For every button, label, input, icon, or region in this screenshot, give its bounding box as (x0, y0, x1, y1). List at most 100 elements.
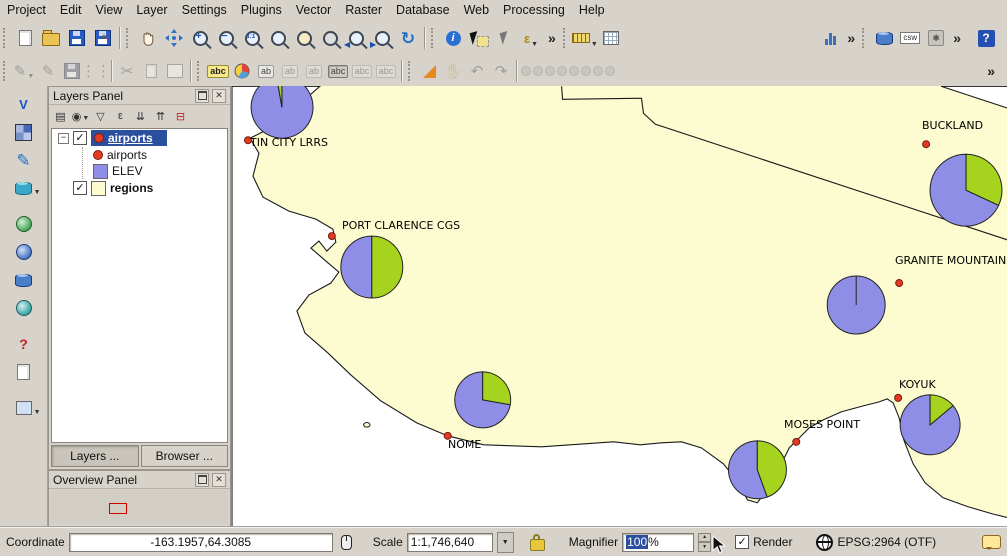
menu-edit[interactable]: Edit (53, 1, 89, 19)
overview-map[interactable] (51, 490, 228, 524)
pan-to-selection-button[interactable] (161, 25, 187, 51)
menu-view[interactable]: View (88, 1, 129, 19)
measure-line-button[interactable]: ▼ (572, 25, 598, 51)
show-hide-labels-button[interactable]: ab (302, 59, 326, 83)
add-virtual-layer-button[interactable]: ? (7, 331, 41, 357)
toolbar-handle[interactable] (408, 61, 413, 81)
metasearch-button[interactable]: csw (897, 25, 923, 51)
tab-layers[interactable]: Layers ... (51, 445, 139, 467)
coordinate-toggle-button[interactable] (337, 532, 357, 552)
paste-features-button[interactable] (163, 59, 187, 83)
toolbar-overflow[interactable]: » (949, 30, 965, 46)
undo-button[interactable]: ↶ (465, 59, 489, 83)
expand-all-button[interactable]: ⇊ (131, 107, 150, 125)
toolbar-overflow[interactable]: » (544, 30, 560, 46)
layer-checkbox[interactable]: ✓ (73, 181, 87, 195)
change-label-button[interactable]: abc (350, 59, 374, 83)
processing-pair-1-button[interactable] (520, 59, 544, 83)
zoom-next-button[interactable]: ▶ (369, 25, 395, 51)
layer-checkbox[interactable]: ✓ (73, 131, 87, 145)
crs-globe-icon[interactable] (816, 534, 833, 551)
move-label-button[interactable]: ab (254, 59, 278, 83)
add-wfs-layer-button[interactable] (7, 295, 41, 321)
select-by-expression-button[interactable]: ε▼ (518, 25, 544, 51)
identify-features-button[interactable]: i (440, 25, 466, 51)
pan-map-button[interactable] (135, 25, 161, 51)
attributes-table-button[interactable] (598, 25, 624, 51)
remove-layer-button[interactable]: ⊟ (171, 107, 190, 125)
crs-status-label[interactable]: EPSG:2964 (OTF) (837, 535, 936, 549)
zoom-to-selection-button[interactable] (291, 25, 317, 51)
toolbar-overflow[interactable]: » (983, 63, 999, 79)
zoom-last-button[interactable]: ◀ (343, 25, 369, 51)
scale-dropdown-button[interactable]: ▼ (497, 532, 514, 553)
close-panel-button[interactable]: ✕ (212, 473, 226, 487)
legend-item-elev[interactable]: ELEV (83, 163, 227, 179)
spin-up-icon[interactable]: ▲ (698, 533, 711, 543)
refresh-map-button[interactable]: ↻ (395, 25, 421, 51)
processing-pair-3-button[interactable] (568, 59, 592, 83)
scale-combobox[interactable]: 1:1,746,640 (407, 533, 493, 552)
toolbar-handle[interactable] (3, 28, 8, 48)
add-delimited-text-button[interactable]: ✎ (7, 147, 41, 173)
menu-layer[interactable]: Layer (129, 1, 174, 19)
menu-processing[interactable]: Processing (496, 1, 572, 19)
web-plugins-button[interactable]: ✱ (923, 25, 949, 51)
spin-down-icon[interactable]: ▼ (698, 542, 711, 552)
toolbar-handle[interactable] (126, 28, 131, 48)
open-project-button[interactable] (38, 25, 64, 51)
toolbar-handle[interactable] (862, 28, 867, 48)
menu-help[interactable]: Help (572, 1, 612, 19)
cut-features-button[interactable]: ✂ (115, 59, 139, 83)
add-vector-layer-button[interactable]: V (7, 91, 41, 117)
add-wms-layer-button[interactable] (7, 211, 41, 237)
toolbar-handle[interactable] (3, 61, 8, 81)
filter-by-expression-button[interactable]: ε (111, 107, 130, 125)
manage-map-themes-button[interactable]: ◉▼ (71, 107, 90, 125)
toolbar-overflow[interactable]: » (843, 30, 859, 46)
menu-database[interactable]: Database (389, 1, 457, 19)
add-spatialite-layer-button[interactable] (7, 267, 41, 293)
add-wcs-layer-button[interactable] (7, 239, 41, 265)
open-layer-styling-button[interactable]: ▤ (51, 107, 70, 125)
toolbar-handle[interactable] (197, 61, 202, 81)
zoom-in-button[interactable]: + (187, 25, 213, 51)
add-raster-layer-button[interactable] (7, 119, 41, 145)
map-tips-button[interactable]: ▼ (7, 395, 41, 421)
help-button[interactable]: ? (973, 25, 999, 51)
zoom-out-button[interactable]: − (213, 25, 239, 51)
georeferencer-button[interactable] (417, 59, 441, 83)
new-shapefile-button[interactable] (7, 359, 41, 385)
node-tool-button[interactable]: ⋮⋮ (84, 59, 108, 83)
close-panel-button[interactable]: ✕ (212, 89, 226, 103)
toolbar-handle[interactable] (431, 28, 436, 48)
expander-icon[interactable]: − (58, 133, 69, 144)
zoom-full-extent-button[interactable] (265, 25, 291, 51)
magnifier-input[interactable]: 100% (622, 533, 694, 552)
select-features-button[interactable]: ▼ (466, 25, 492, 51)
layer-diagrams-button[interactable] (230, 59, 254, 83)
deselect-features-button[interactable] (492, 25, 518, 51)
coordinate-input[interactable]: -163.1957,64.3085 (69, 533, 333, 552)
rotate-label-button[interactable]: abc (374, 59, 398, 83)
new-project-button[interactable] (12, 25, 38, 51)
save-project-as-button[interactable]: ✎ (90, 25, 116, 51)
scale-lock-icon[interactable] (530, 539, 545, 551)
menu-settings[interactable]: Settings (175, 1, 234, 19)
menu-project[interactable]: Project (0, 1, 53, 19)
map-canvas[interactable]: TIN CITY LRRS PORT CLARENCE CGS NOME BUC… (231, 86, 1007, 527)
filter-legend-button[interactable]: ▽ (91, 107, 110, 125)
layer-item-airports[interactable]: − ✓ airports (52, 129, 227, 147)
menu-plugins[interactable]: Plugins (234, 1, 289, 19)
redo-button[interactable]: ↷ (489, 59, 513, 83)
processing-pair-2-button[interactable] (544, 59, 568, 83)
zoom-actual-size-button[interactable]: 1:1 (239, 25, 265, 51)
tab-browser[interactable]: Browser ... (141, 445, 229, 467)
menu-raster[interactable]: Raster (338, 1, 389, 19)
copy-features-button[interactable] (139, 59, 163, 83)
save-project-button[interactable] (64, 25, 90, 51)
highlight-labels-button[interactable]: abc (326, 59, 350, 83)
show-statistics-button[interactable] (817, 25, 843, 51)
collapse-all-button[interactable]: ⇈ (151, 107, 170, 125)
magnifier-spinner[interactable]: ▲▼ (698, 533, 711, 552)
